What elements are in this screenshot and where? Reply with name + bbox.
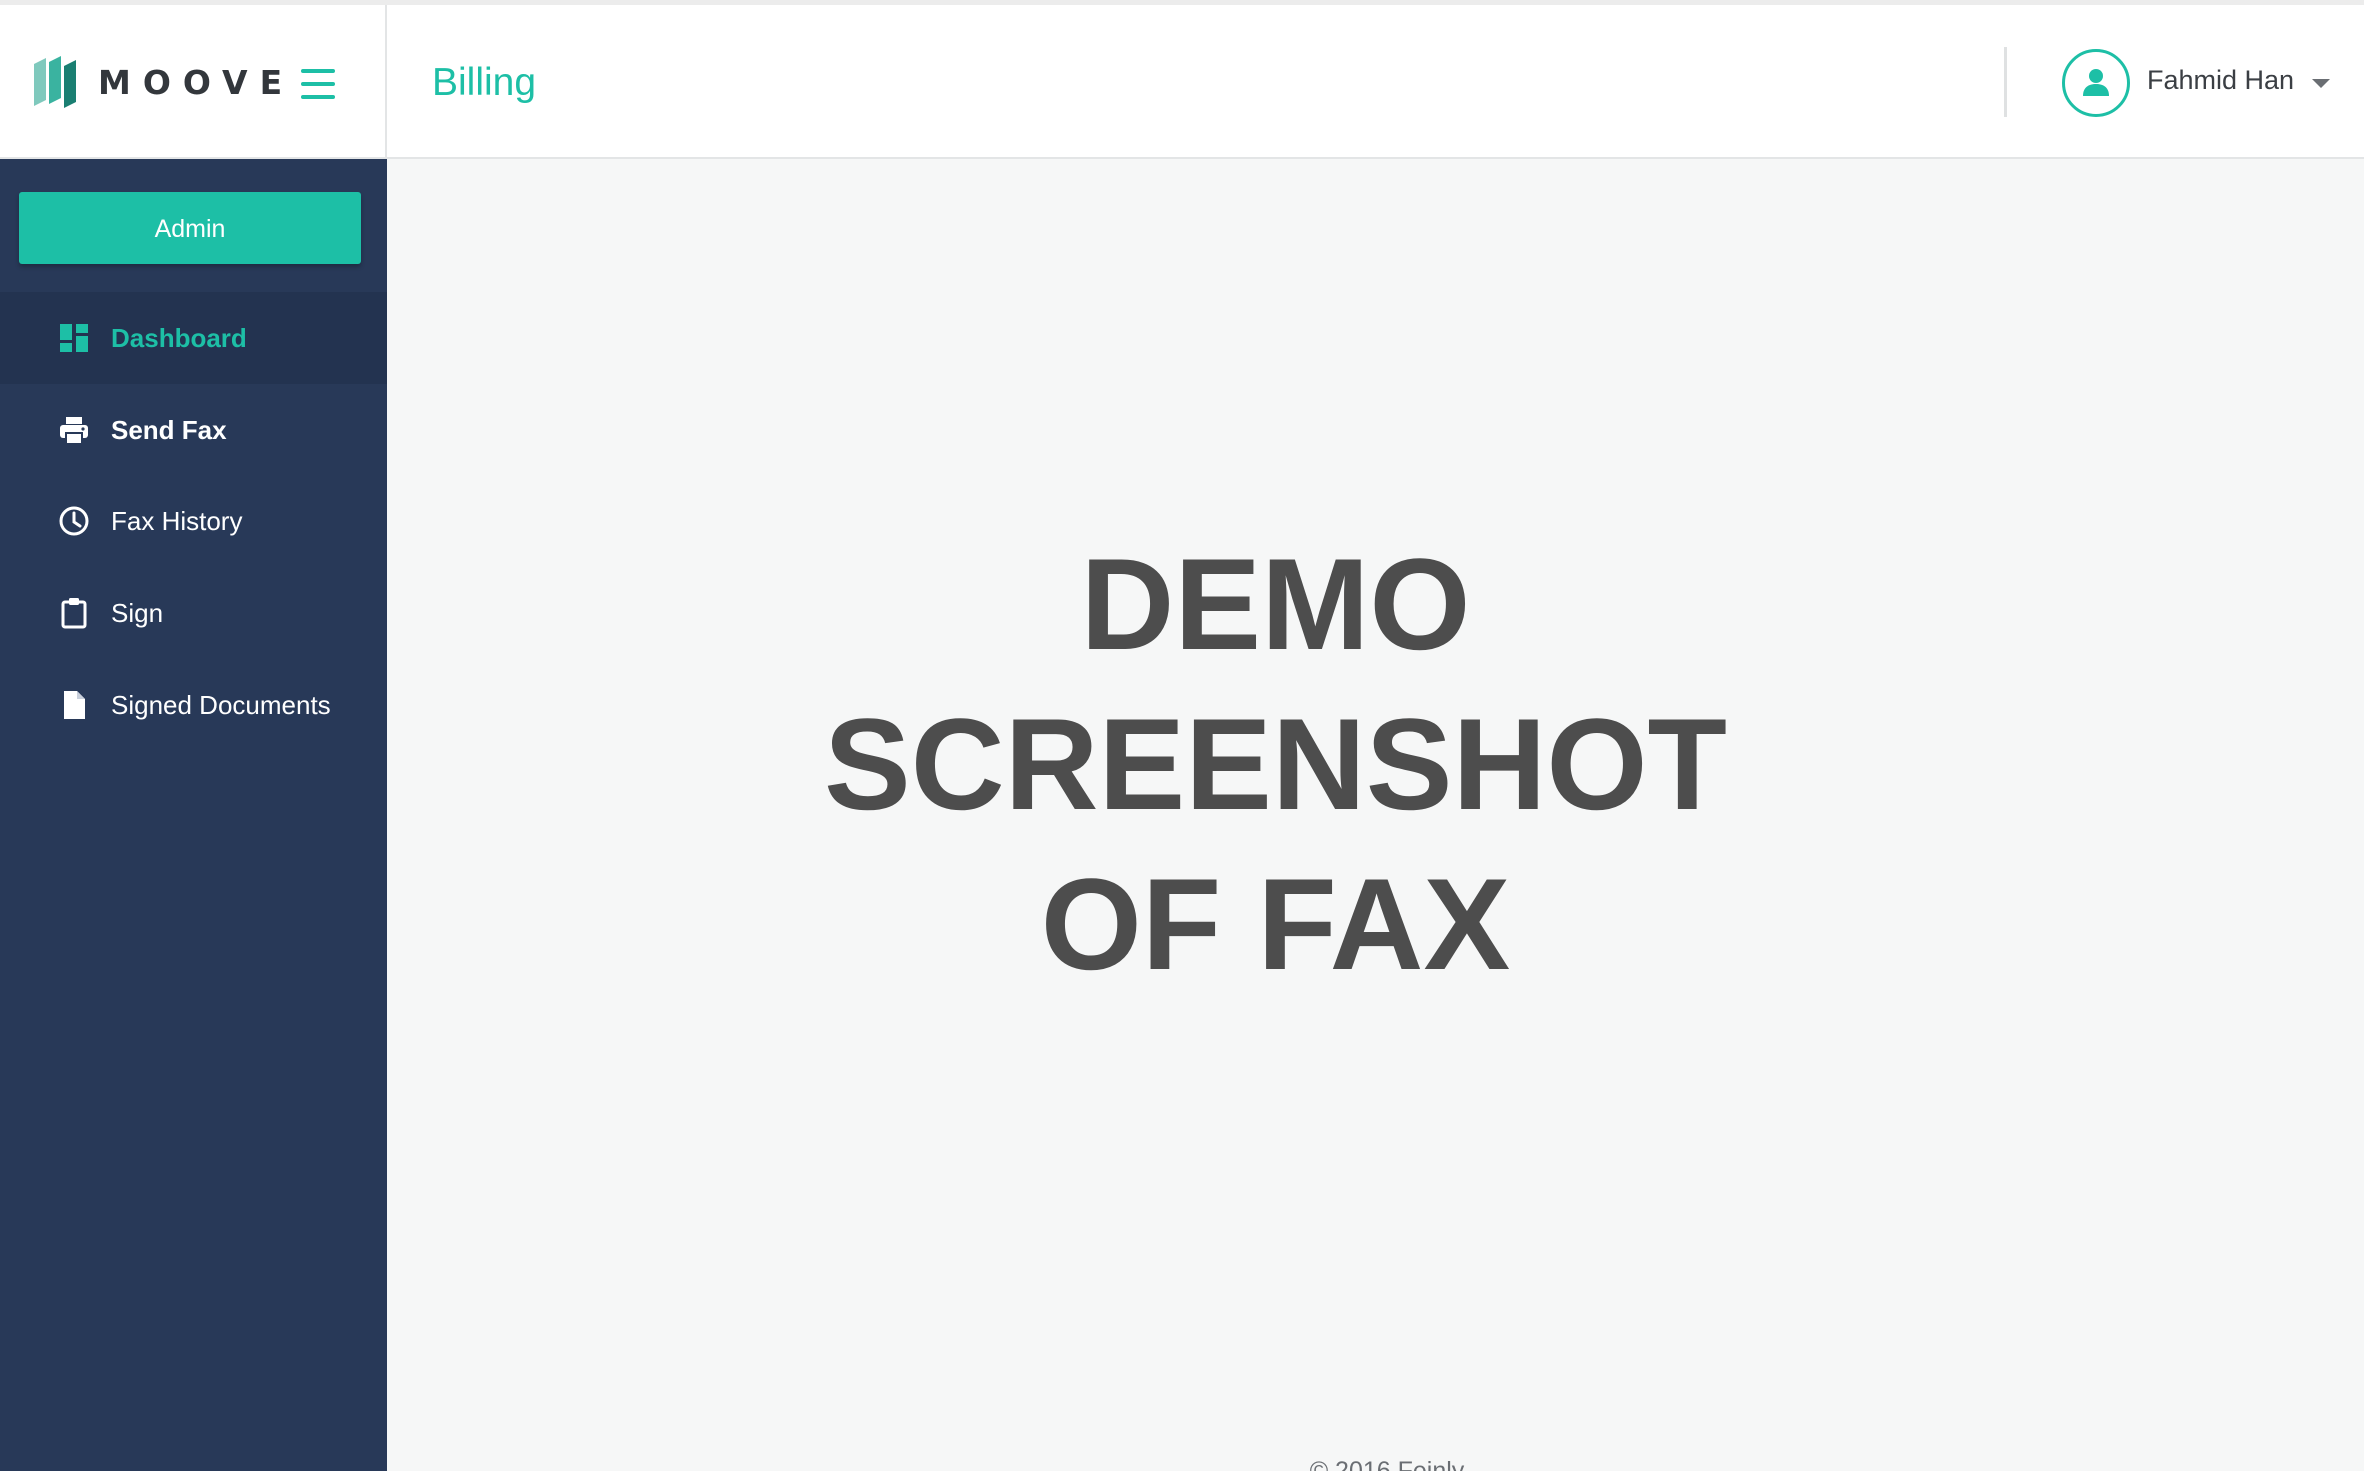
user-name: Fahmid Han — [2147, 65, 2295, 95]
sidebar-item-label: Signed Documents — [111, 690, 331, 720]
sidebar-item-label: Send Fax — [111, 415, 227, 445]
user-menu[interactable]: Fahmid Han — [2060, 46, 2350, 118]
user-icon — [2083, 69, 2109, 96]
watermark-line: DEMO — [1080, 531, 1471, 677]
printer-icon — [60, 417, 88, 445]
sidebar: Admin Dashboard Send Fax Fax History Sig… — [0, 159, 387, 1471]
sidebar-item-label: Fax History — [111, 506, 243, 536]
avatar — [2062, 49, 2130, 117]
brand-name: MOOVE — [98, 63, 295, 102]
document-icon — [64, 691, 85, 719]
app-window: MOOVE Billing Fahmid Han Admin Dashboard… — [0, 0, 2364, 1471]
header-divider — [2004, 47, 2007, 117]
clock-icon — [59, 506, 89, 536]
sidebar-item-label: Sign — [111, 598, 164, 628]
menu-toggle-icon[interactable] — [299, 65, 339, 103]
sidebar-item-dashboard[interactable]: Dashboard — [0, 292, 387, 384]
admin-role-button[interactable]: Admin — [19, 192, 361, 264]
moove-logo-icon — [34, 56, 76, 108]
watermark-line: OF FAX — [1040, 851, 1511, 997]
demo-watermark: DEMO SCREENSHOT OF FAX — [387, 524, 2164, 1004]
sidebar-item-signed-documents[interactable]: Signed Documents — [0, 659, 387, 751]
sidebar-item-sign[interactable]: Sign — [0, 567, 387, 659]
footer-copyright: © 2016 Feinly — [1309, 1457, 1465, 1471]
sidebar-item-fax-history[interactable]: Fax History — [0, 475, 387, 567]
top-header: MOOVE Billing Fahmid Han — [0, 5, 2364, 159]
dashboard-icon — [60, 324, 88, 352]
main-content: DEMO SCREENSHOT OF FAX © 2016 Feinly — [387, 161, 2364, 1471]
brand-area: MOOVE — [0, 5, 387, 159]
page-title: Billing — [432, 61, 537, 104]
sidebar-item-label: Dashboard — [111, 323, 247, 353]
chevron-down-icon — [2312, 79, 2330, 88]
sidebar-item-send-fax[interactable]: Send Fax — [0, 384, 387, 476]
clipboard-icon — [61, 598, 87, 629]
watermark-line: SCREENSHOT — [824, 691, 1727, 837]
